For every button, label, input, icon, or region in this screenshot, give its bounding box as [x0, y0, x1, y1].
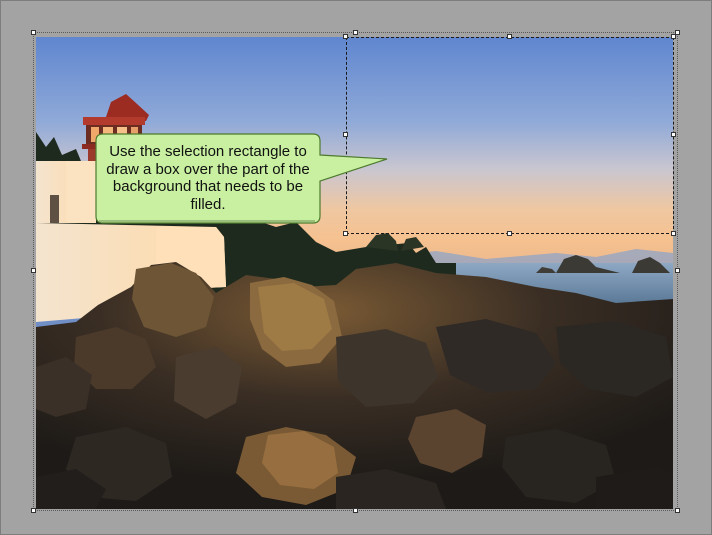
image-resize-handle-w[interactable] [31, 268, 36, 273]
selection-handle-n[interactable] [507, 34, 512, 39]
image-resize-handle-nw[interactable] [31, 30, 36, 35]
image-resize-handle-e[interactable] [675, 268, 680, 273]
image-resize-handle-n[interactable] [353, 30, 358, 35]
tutorial-callout: Use the selection rectangle to draw a bo… [95, 133, 388, 224]
selection-rectangle[interactable] [346, 37, 674, 234]
callout-text: Use the selection rectangle to draw a bo… [106, 143, 310, 213]
selection-handle-nw[interactable] [343, 34, 348, 39]
image-resize-handle-sw[interactable] [31, 508, 36, 513]
image-resize-handle-s[interactable] [353, 508, 358, 513]
selection-handle-e[interactable] [671, 132, 676, 137]
image-resize-handle-se[interactable] [675, 508, 680, 513]
selection-handle-se[interactable] [671, 231, 676, 236]
selection-handle-ne[interactable] [671, 34, 676, 39]
selection-handle-s[interactable] [507, 231, 512, 236]
